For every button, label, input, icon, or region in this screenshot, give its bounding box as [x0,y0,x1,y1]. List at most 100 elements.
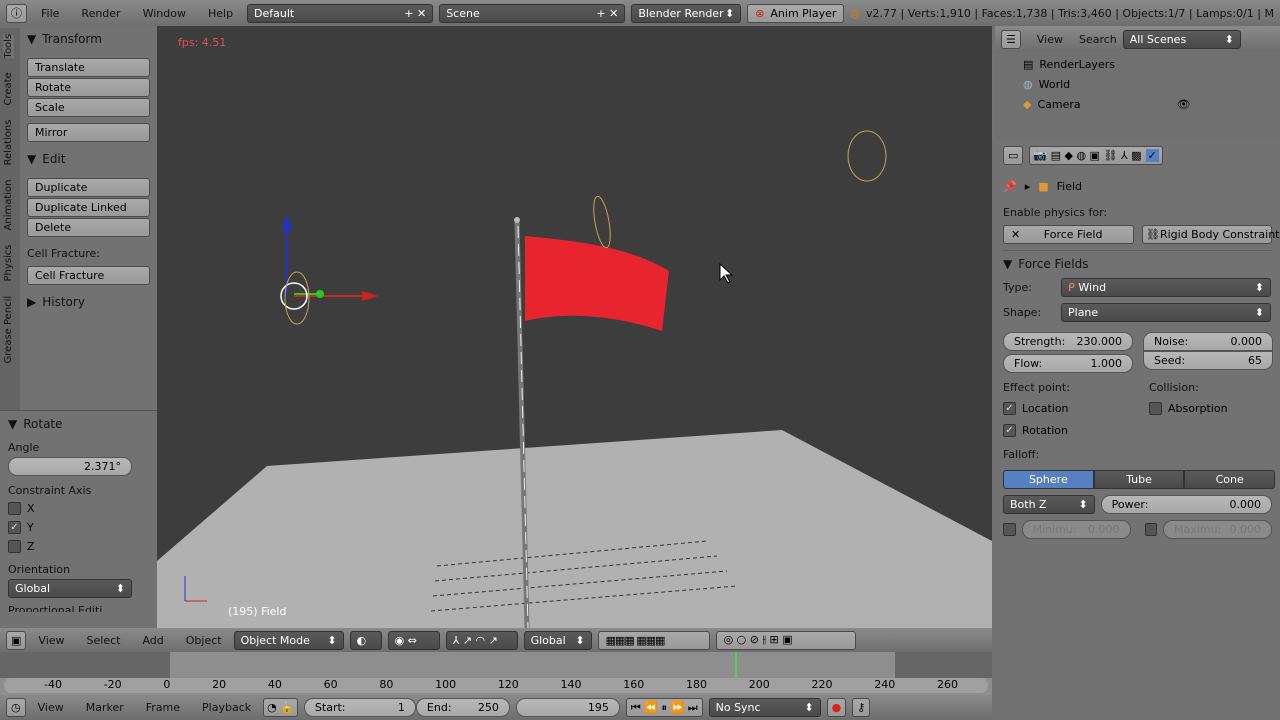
tab-relations[interactable]: Relations [3,120,14,166]
tab-physics[interactable]: Physics [3,245,14,282]
axis-y-checkbox[interactable]: ✓ Y [8,521,149,534]
menu-render[interactable]: Render [81,7,120,20]
scene-filter-select[interactable]: All Scenes ⬍ [1122,29,1241,49]
layers-grid[interactable]: ▦▦▦ ▦▦▦ [597,630,710,650]
current-frame-field[interactable]: 195 [515,698,620,717]
end-frame-field[interactable]: End: 250 [415,698,510,717]
pivot-select[interactable]: ◉ ⇔ [387,630,440,650]
mirror-button[interactable]: Mirror [27,123,150,142]
menu-view[interactable]: View [38,701,64,714]
axis-x-checkbox[interactable]: X [8,502,149,515]
scene-select[interactable]: Scene + ✕ [439,3,626,23]
current-frame-marker[interactable] [735,652,737,678]
outliner-item-camera[interactable]: ◆ Camera 👁 [1023,95,1252,115]
add-close-icon[interactable]: + ✕ [404,7,426,20]
both-z-select[interactable]: Both Z ⬍ [1003,495,1095,514]
menu-search[interactable]: Search [1079,33,1117,46]
menu-file[interactable]: File [41,7,59,20]
outliner-item-world[interactable]: ◍ World [1023,75,1252,95]
falloff-tube[interactable]: Tube [1093,470,1185,489]
sync-select[interactable]: No Sync ⬍ [708,698,821,717]
pin-icon[interactable]: 📌 [1003,180,1017,193]
force-field-button[interactable]: ✕ Force Field [1003,225,1134,244]
menu-help[interactable]: Help [208,7,233,20]
transform-header[interactable]: ▼ Transform [27,28,150,50]
menu-object[interactable]: Object [186,634,222,647]
record-button[interactable]: ● [826,698,847,717]
outliner-editor-icon[interactable]: ☰ [1001,29,1021,49]
falloff-sphere[interactable]: Sphere [1003,470,1094,489]
menu-add[interactable]: Add [142,634,163,647]
tab-tools[interactable]: Tools [3,34,14,59]
force-fields-header[interactable]: ▼ Force Fields [1003,250,1272,272]
rotation-checkbox[interactable]: ✓ Rotation [1003,424,1272,437]
strength-field[interactable]: Strength: 230.000 [1003,332,1133,351]
start-frame-field[interactable]: Start: 1 [303,698,416,717]
use-max-checkbox[interactable] [1144,523,1158,536]
noise-field[interactable]: Noise: 0.000 [1143,332,1273,351]
snap-toggles[interactable]: ◎ ○ ⊘ ⫲ ⊞ ▣ [715,630,856,650]
keying-set-icon[interactable]: ⚷ [852,698,871,717]
angle-field[interactable]: 2.371° [8,457,132,476]
delete-button[interactable]: Delete [27,218,150,237]
location-checkbox[interactable]: ✓ Location [1003,402,1143,415]
menu-marker[interactable]: Marker [86,701,124,714]
duplicate-button[interactable]: Duplicate [27,178,150,197]
menu-playback[interactable]: Playback [202,701,251,714]
mode-select[interactable]: Object Mode ⬍ [233,630,344,650]
timeline-editor-icon[interactable]: ◷ [6,698,26,717]
anim-player-button[interactable]: ⊗ Anim Player [747,3,845,23]
menu-window[interactable]: Window [143,7,186,20]
power-field[interactable]: Power: 0.000 [1100,495,1272,514]
properties-editor-icon[interactable]: ▭ [1003,145,1024,165]
eye-icon[interactable]: 👁 [1177,95,1191,115]
menu-frame[interactable]: Frame [146,701,180,714]
rotate-button[interactable]: Rotate [27,78,150,97]
shading-select[interactable]: ◐ [349,630,382,650]
timeline-ruler[interactable]: -40 -20 0 20 40 60 80 100 120 140 160 180 200 220 240 2… [4,678,988,693]
render-engine-select[interactable]: Blender Render ⬍ [631,3,742,23]
cell-fracture-button[interactable]: Cell Fracture [27,266,150,285]
type-select[interactable]: ᑭ Wind ⬍ [1061,278,1271,297]
history-header[interactable]: ▶ History [27,291,150,313]
preview-range-toggle[interactable]: ◔ 🔒 [263,698,298,717]
stop-icon: ⊗ [755,6,765,20]
menu-select[interactable]: Select [87,634,121,647]
add-close-icon[interactable]: + ✕ [596,7,618,20]
layout-select[interactable]: Default + ✕ [247,3,434,23]
rotate-header[interactable]: ▼ Rotate [8,413,149,435]
scale-button[interactable]: Scale [27,98,150,117]
seed-field[interactable]: Seed: 65 [1143,351,1273,370]
tab-create[interactable]: Create [3,73,14,106]
use-min-checkbox[interactable] [1003,523,1016,536]
absorption-checkbox[interactable]: Absorption [1149,402,1228,415]
maximum-field[interactable]: Maximu: 0.000 [1163,520,1272,539]
tick: 40 [267,678,282,691]
editor-type-icon[interactable]: ▣ [6,630,27,650]
menu-view[interactable]: View [1037,33,1063,46]
tab-grease-pencil[interactable]: Grease Pencil [3,296,14,364]
3d-viewport[interactable]: fps: 4.51 (195) Field [157,26,992,628]
orientation-select[interactable]: Global ⬍ [8,579,132,598]
flow-field[interactable]: Flow: 1.000 [1003,354,1133,373]
shape-select[interactable]: Plane ⬍ [1061,303,1271,322]
duplicate-linked-button[interactable]: Duplicate Linked [27,198,150,217]
edit-header[interactable]: ▼ Edit [27,148,150,170]
tools-panel: ▼ Transform Translate Rotate Scale Mirro… [20,28,157,410]
tick: 100 [435,678,457,691]
manipulator-toggles[interactable]: ⅄ ↗ ◠ ↗ [445,630,518,650]
menu-view[interactable]: View [38,634,64,647]
translate-button[interactable]: Translate [27,58,150,77]
transform-orientation-select[interactable]: Global ⬍ [523,630,592,650]
physics-tab[interactable]: ✓ [1145,148,1159,162]
context-tabs[interactable]: 📷 ▤ ◆ ◍ ▣ ⛓ ⅄ ▩ ✓ [1029,145,1163,165]
info-editor-icon[interactable]: ⓘ [6,3,27,23]
timeline[interactable]: -40 -20 0 20 40 60 80 100 120 140 160 180 200 220 240 2… [0,652,992,695]
axis-z-checkbox[interactable]: Z [8,540,149,553]
outliner-item-renderlayers[interactable]: ▤ RenderLayers [1023,55,1252,75]
minimum-field[interactable]: Minimu: 0.000 [1021,520,1131,539]
playback-controls[interactable]: ⏮ ⏪ ⏸ ⏩ ⏭ [625,698,703,717]
tab-animation[interactable]: Animation [3,180,14,231]
falloff-cone[interactable]: Cone [1184,470,1276,489]
rigid-body-constraint-button[interactable]: ⛓ Rigid Body Constraint [1142,225,1279,244]
